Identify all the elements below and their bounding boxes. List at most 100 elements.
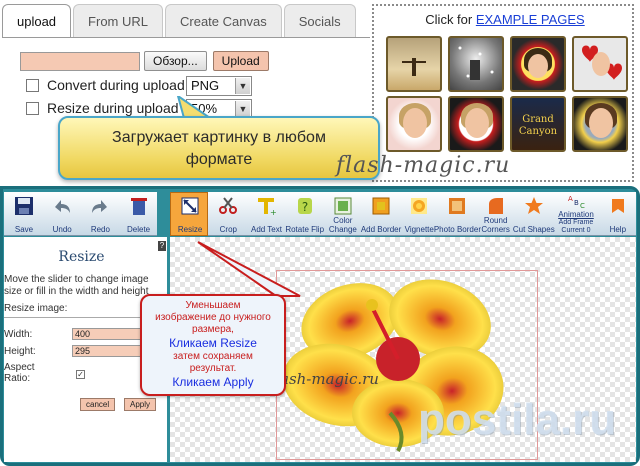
screenshot-root: upload From URL Create Canvas Socials Об…	[0, 0, 640, 466]
cancel-button[interactable]: cancel	[80, 398, 116, 411]
example-thumbnail[interactable]	[386, 36, 442, 92]
watermark: flash-magic.ru	[336, 153, 511, 178]
resize-image-label: Resize image:	[4, 303, 68, 314]
round-corners-icon	[488, 198, 503, 214]
rotate-icon: ?	[297, 198, 312, 214]
convert-label: Convert during upload	[47, 77, 185, 93]
svg-text:Grand: Grand	[522, 114, 554, 125]
convert-checkbox[interactable]	[26, 78, 39, 92]
grand-canyon-logo: GrandCanyon	[519, 114, 558, 137]
photo-border-icon	[449, 198, 466, 214]
resize-option: Resize during upload	[26, 100, 179, 116]
width-label: Width:	[4, 329, 33, 340]
round-corners-button[interactable]: Round Corners	[476, 192, 514, 236]
portrait-face	[403, 108, 427, 138]
cut-shapes-button[interactable]: Cut Shapes	[513, 192, 555, 236]
tab-from-url[interactable]: From URL	[73, 4, 163, 38]
chevron-down-icon: ▼	[235, 101, 250, 117]
add-border-button[interactable]: Add Border	[361, 192, 401, 236]
help-icon[interactable]: ?	[158, 241, 166, 251]
upload-tabs: upload From URL Create Canvas Socials	[2, 4, 358, 38]
callout-pointer	[197, 241, 301, 297]
tabs-divider	[2, 37, 370, 38]
scissors-icon	[219, 197, 238, 214]
redo-icon	[92, 200, 108, 213]
callout-line: результат.	[189, 363, 237, 374]
figure-icon	[402, 58, 426, 76]
example-thumbnail[interactable]	[448, 36, 504, 92]
upload-button[interactable]: Upload	[212, 51, 269, 71]
callout-line: изображение до нужного	[155, 312, 271, 323]
aspect-ratio-checkbox[interactable]: ✓	[76, 370, 85, 379]
file-path-input[interactable]	[20, 51, 140, 71]
portrait-face	[528, 54, 548, 78]
text-icon: +	[258, 198, 276, 217]
height-label: Height:	[4, 346, 36, 357]
callout-line: затем сохраняем	[173, 351, 253, 362]
crop-tool-button[interactable]: Crop	[208, 192, 246, 236]
vignette-button[interactable]: Vignette	[399, 192, 437, 236]
upload-callout: Загружает картинку в любом формате	[58, 116, 380, 180]
example-thumbnails: Grand Canyon	[386, 36, 628, 152]
resize-slider[interactable]	[4, 317, 159, 318]
upload-panel: upload From URL Create Canvas Socials Об…	[0, 0, 640, 190]
example-thumbnail[interactable]	[448, 96, 504, 152]
example-pages-link[interactable]: EXAMPLE PAGES	[476, 12, 585, 27]
undo-button[interactable]: Undo	[42, 192, 80, 236]
help-icon	[611, 199, 624, 213]
resize-callout: Уменьшаем изображение до нужного размера…	[140, 294, 286, 396]
border-icon	[372, 197, 390, 215]
tab-create-canvas[interactable]: Create Canvas	[165, 4, 282, 38]
delete-button[interactable]: Delete	[119, 192, 157, 236]
save-button[interactable]: Save	[4, 192, 42, 236]
star-icon	[524, 197, 543, 214]
svg-text:B: B	[574, 199, 579, 207]
example-thumbnail[interactable]	[386, 96, 442, 152]
callout-line: Загружает картинку в любом	[112, 129, 326, 146]
vignette-icon	[411, 198, 428, 214]
resize-tool-button[interactable]: Resize	[170, 192, 209, 236]
convert-format-select[interactable]: PNG ▼	[186, 76, 252, 96]
callout-line: Кликаем Apply	[172, 375, 254, 389]
tab-socials[interactable]: Socials	[283, 4, 356, 38]
examples-prefix: Click for	[425, 12, 476, 27]
svg-text:C: C	[580, 202, 585, 209]
file-row: Обзор... Upload	[20, 51, 269, 71]
height-input[interactable]: 295	[72, 345, 144, 357]
photo-border-button[interactable]: Photo Border	[434, 192, 481, 236]
help-button[interactable]: Help	[598, 192, 636, 236]
convert-format-value: PNG	[191, 78, 220, 93]
portrait-face	[592, 52, 610, 76]
svg-text:+: +	[270, 208, 276, 217]
example-thumbnail[interactable]	[572, 96, 628, 152]
examples-title: Click for EXAMPLE PAGES	[374, 12, 636, 27]
resize-label: Resize during upload	[47, 100, 179, 116]
color-change-button[interactable]: Color Change	[323, 192, 361, 236]
redo-button[interactable]: Redo	[80, 192, 118, 236]
convert-option: Convert during upload	[26, 77, 185, 93]
color-icon	[334, 197, 352, 215]
portrait-face	[589, 108, 613, 138]
example-thumbnail[interactable]: Grand Canyon	[510, 96, 566, 152]
watermark-postila: postila.ru	[418, 395, 617, 444]
animation-button[interactable]: ABC Animation Add Frame Current 0	[552, 192, 598, 236]
svg-text:A: A	[568, 195, 573, 203]
portrait-face	[465, 108, 489, 138]
example-thumbnail[interactable]	[572, 36, 628, 92]
browse-button[interactable]: Обзор...	[144, 51, 207, 71]
floppy-icon	[15, 197, 33, 215]
resize-icon	[181, 197, 199, 215]
add-text-button[interactable]: + Add Text	[246, 192, 284, 236]
example-thumbnail[interactable]	[510, 36, 566, 92]
svg-text:?: ?	[301, 200, 307, 214]
rotate-flip-button[interactable]: ? Rotate Flip	[285, 192, 324, 236]
editor-toolbar: Save Undo Redo Delete Resize Crop + Add …	[4, 192, 636, 236]
callout-line: формате	[185, 151, 253, 168]
svg-text:Canyon: Canyon	[519, 126, 558, 137]
tab-upload[interactable]: upload	[2, 4, 72, 38]
apply-button[interactable]: Apply	[124, 398, 157, 411]
chevron-down-icon: ▼	[235, 78, 250, 94]
callout-line: Уменьшаем	[185, 300, 241, 311]
resize-checkbox[interactable]	[26, 101, 39, 115]
width-input[interactable]: 400	[72, 328, 144, 340]
